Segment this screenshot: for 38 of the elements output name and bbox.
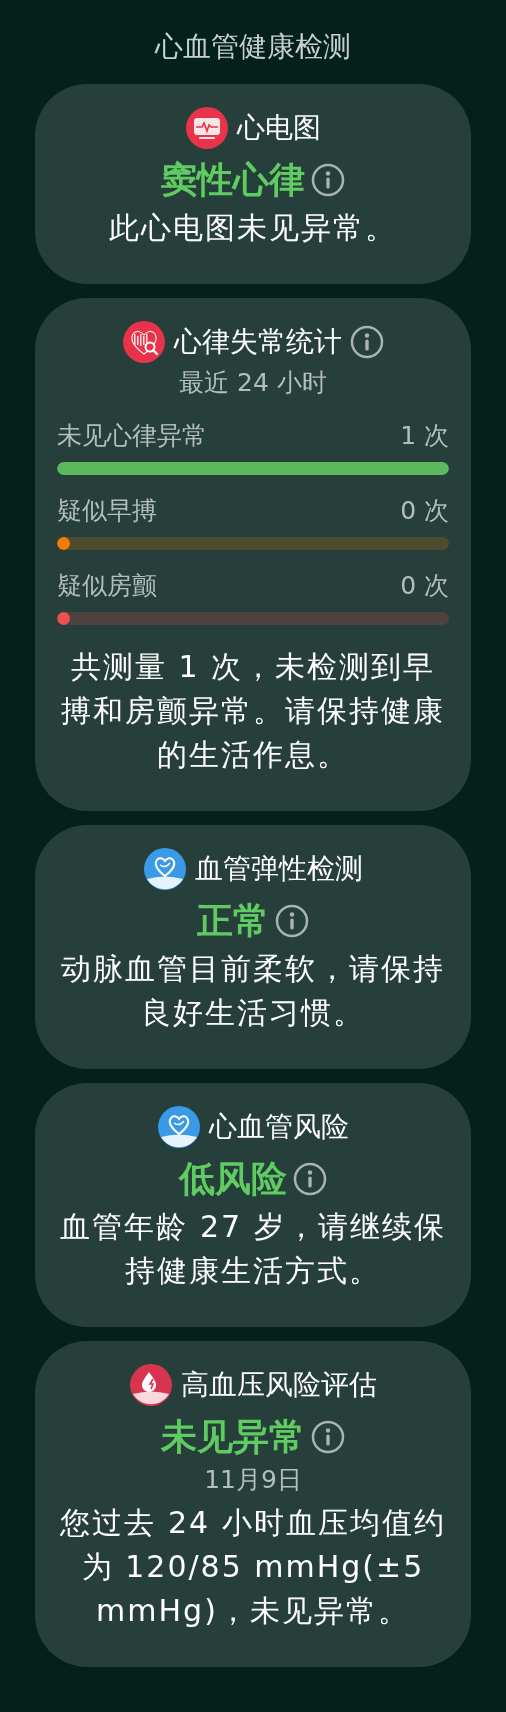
card-description: 动脉血管目前柔软，请保持良好生活习惯。: [60, 950, 446, 1032]
health-card[interactable]: 心律失常统计 最近 24 小时 未见心律异常 1 次 疑似早搏 0 次 疑似房颤 0 次 共测量 1 次，未检测到早搏和房颤异常。请保持健康的生活作息。: [35, 298, 471, 811]
heart-vessel-icon: [143, 847, 187, 891]
card-subtitle: 最近 24 小时: [179, 367, 327, 399]
card-heading: 心律失常统计: [174, 324, 342, 360]
card-description: 血管年龄 27 岁，请继续保持健康生活方式。: [59, 1208, 447, 1290]
bar-count: 1 次: [400, 420, 449, 452]
card-heading: 心血管风险: [209, 1109, 349, 1145]
health-card[interactable]: 心电图 窦性心律 此心电图未见异常。: [35, 84, 471, 284]
info-icon[interactable]: [293, 1162, 327, 1196]
heart-search-icon: [122, 320, 166, 364]
blood-drop-icon: [129, 1363, 173, 1407]
card-heading: 心电图: [237, 110, 321, 146]
status-text: 正常: [197, 899, 269, 943]
card-heading: 血管弹性检测: [195, 851, 363, 887]
bar-label: 疑似早搏: [57, 495, 157, 527]
heart-vessel-icon: [157, 1105, 201, 1149]
status-text: 未见异常: [161, 1415, 305, 1459]
bar-count: 0 次: [400, 495, 449, 527]
bar-label: 未见心律异常: [57, 420, 207, 452]
card-description: 您过去 24 小时血压均值约为 120/85 mmHg(±5 mmHg)，未见异常。: [59, 1504, 447, 1630]
info-icon[interactable]: [311, 1420, 345, 1454]
info-icon[interactable]: [350, 325, 384, 359]
health-card[interactable]: 血管弹性检测 正常 动脉血管目前柔软，请保持良好生活习惯。: [35, 825, 471, 1069]
info-icon[interactable]: [311, 163, 345, 197]
info-icon[interactable]: [275, 904, 309, 938]
status-text: 窦性心律: [161, 158, 305, 202]
card-heading: 高血压风险评估: [181, 1367, 377, 1403]
bar-label: 疑似房颤: [57, 570, 157, 602]
health-card[interactable]: 高血压风险评估 未见异常 11月9日 您过去 24 小时血压均值约为 120/85 mmHg(±5 mmHg)，未见异常。: [35, 1341, 471, 1667]
card-description: 共测量 1 次，未检测到早搏和房颤异常。请保持健康的生活作息。: [60, 648, 446, 774]
ecg-monitor-icon: [185, 106, 229, 150]
card-description: 此心电图未见异常。: [109, 209, 397, 247]
page-title: 心血管健康检测: [155, 29, 351, 65]
bar-count: 0 次: [400, 570, 449, 602]
status-text: 低风险: [179, 1157, 287, 1201]
card-subtitle: 11月9日: [204, 1464, 302, 1496]
health-card[interactable]: 心血管风险 低风险 血管年龄 27 岁，请继续保持健康生活方式。: [35, 1083, 471, 1327]
